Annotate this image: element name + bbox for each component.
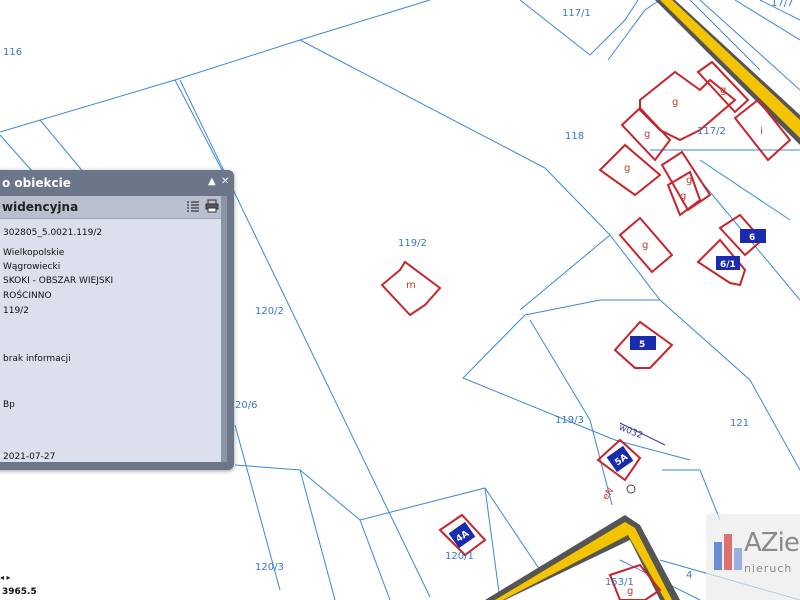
field-info: brak informacji — [3, 354, 71, 364]
plot-label-116: 116 — [3, 47, 23, 58]
panel-body: widencyjna 302805_5.0021.119/2 Wielkopol… — [0, 196, 225, 462]
annotation-w032: w032 — [617, 423, 644, 441]
field-parcel-id: 302805_5.0021.119/2 — [3, 228, 103, 238]
plot-label-121: 121 — [730, 418, 750, 429]
plot-label-4: 4 — [686, 570, 693, 581]
field-date: 2021-07-27 — [3, 452, 56, 462]
well-icon — [626, 484, 636, 494]
building-label-g: g — [644, 129, 650, 140]
panel-titlebar[interactable]: o obiekcie ▲ ✕ — [0, 170, 234, 196]
building-label-g: g — [642, 240, 648, 251]
plot-label-153-1: 153/1 — [605, 577, 634, 588]
plot-label-119-3: 119/3 — [555, 415, 584, 426]
building-label-g: g — [680, 191, 686, 202]
plot-label-117-7: 17/7 — [771, 0, 794, 9]
logo: AZie nieruch — [706, 514, 800, 600]
plot-label-120-1: 120/1 — [445, 551, 474, 562]
collapse-icon[interactable]: ▲ — [208, 176, 216, 187]
plot-label-120-3: 120/3 — [255, 562, 284, 573]
logo-subtitle: nieruch — [744, 562, 793, 575]
logo-brand: AZie — [744, 528, 800, 558]
road-south — [485, 515, 680, 600]
building-label-g: g — [672, 97, 678, 108]
building-label-i: i — [760, 126, 763, 137]
object-info-panel[interactable]: o obiekcie ▲ ✕ widencyjna 302805_5.0021.… — [0, 170, 234, 470]
plot-label-120-6: 20/6 — [235, 400, 258, 411]
annotation-en: eN — [601, 486, 616, 502]
field-use: Bp — [3, 400, 15, 410]
address-number-6-1[interactable]: 6/1 — [716, 256, 740, 270]
logo-bars-icon — [714, 534, 742, 570]
address-number-5-text: 5 — [639, 340, 645, 350]
field-parcel-number: 119/2 — [3, 306, 29, 316]
building-label-g: g — [720, 85, 726, 96]
list-icon[interactable] — [186, 199, 200, 213]
field-commune: SKOKI - OBSZAR WIEJSKI — [3, 276, 114, 286]
building-label-m: m — [406, 280, 416, 291]
field-county: Wągrowiecki — [3, 262, 61, 272]
panel-scrollbar[interactable] — [221, 196, 227, 462]
plot-label-117-2: 117/2 — [697, 126, 726, 137]
field-voivodeship: Wielkopolskie — [3, 248, 65, 258]
plot-label-118: 118 — [565, 131, 585, 142]
section-title: widencyjna — [2, 200, 79, 214]
scale-value: 3965.5 — [2, 587, 37, 597]
address-number-5[interactable]: 5 — [630, 336, 656, 350]
building-label-g: g — [624, 163, 630, 174]
scale-arrows[interactable]: ◂ ▸ — [0, 573, 11, 582]
address-number-6-1-text: 6/1 — [720, 260, 736, 270]
address-number-6[interactable]: 6 — [740, 229, 766, 243]
building-label-g: g — [686, 175, 692, 186]
plot-label-119-2: 119/2 — [398, 238, 427, 249]
field-precinct: ROŚCINNO — [3, 291, 52, 301]
panel-title: o obiekcie — [2, 176, 71, 190]
section-header[interactable]: widencyjna — [0, 196, 225, 219]
address-number-6-text: 6 — [749, 233, 755, 243]
close-icon[interactable]: ✕ — [221, 176, 229, 187]
plot-label-117-1: 117/1 — [562, 8, 591, 19]
print-icon[interactable] — [205, 199, 219, 213]
plot-label-120-2: 120/2 — [255, 306, 284, 317]
